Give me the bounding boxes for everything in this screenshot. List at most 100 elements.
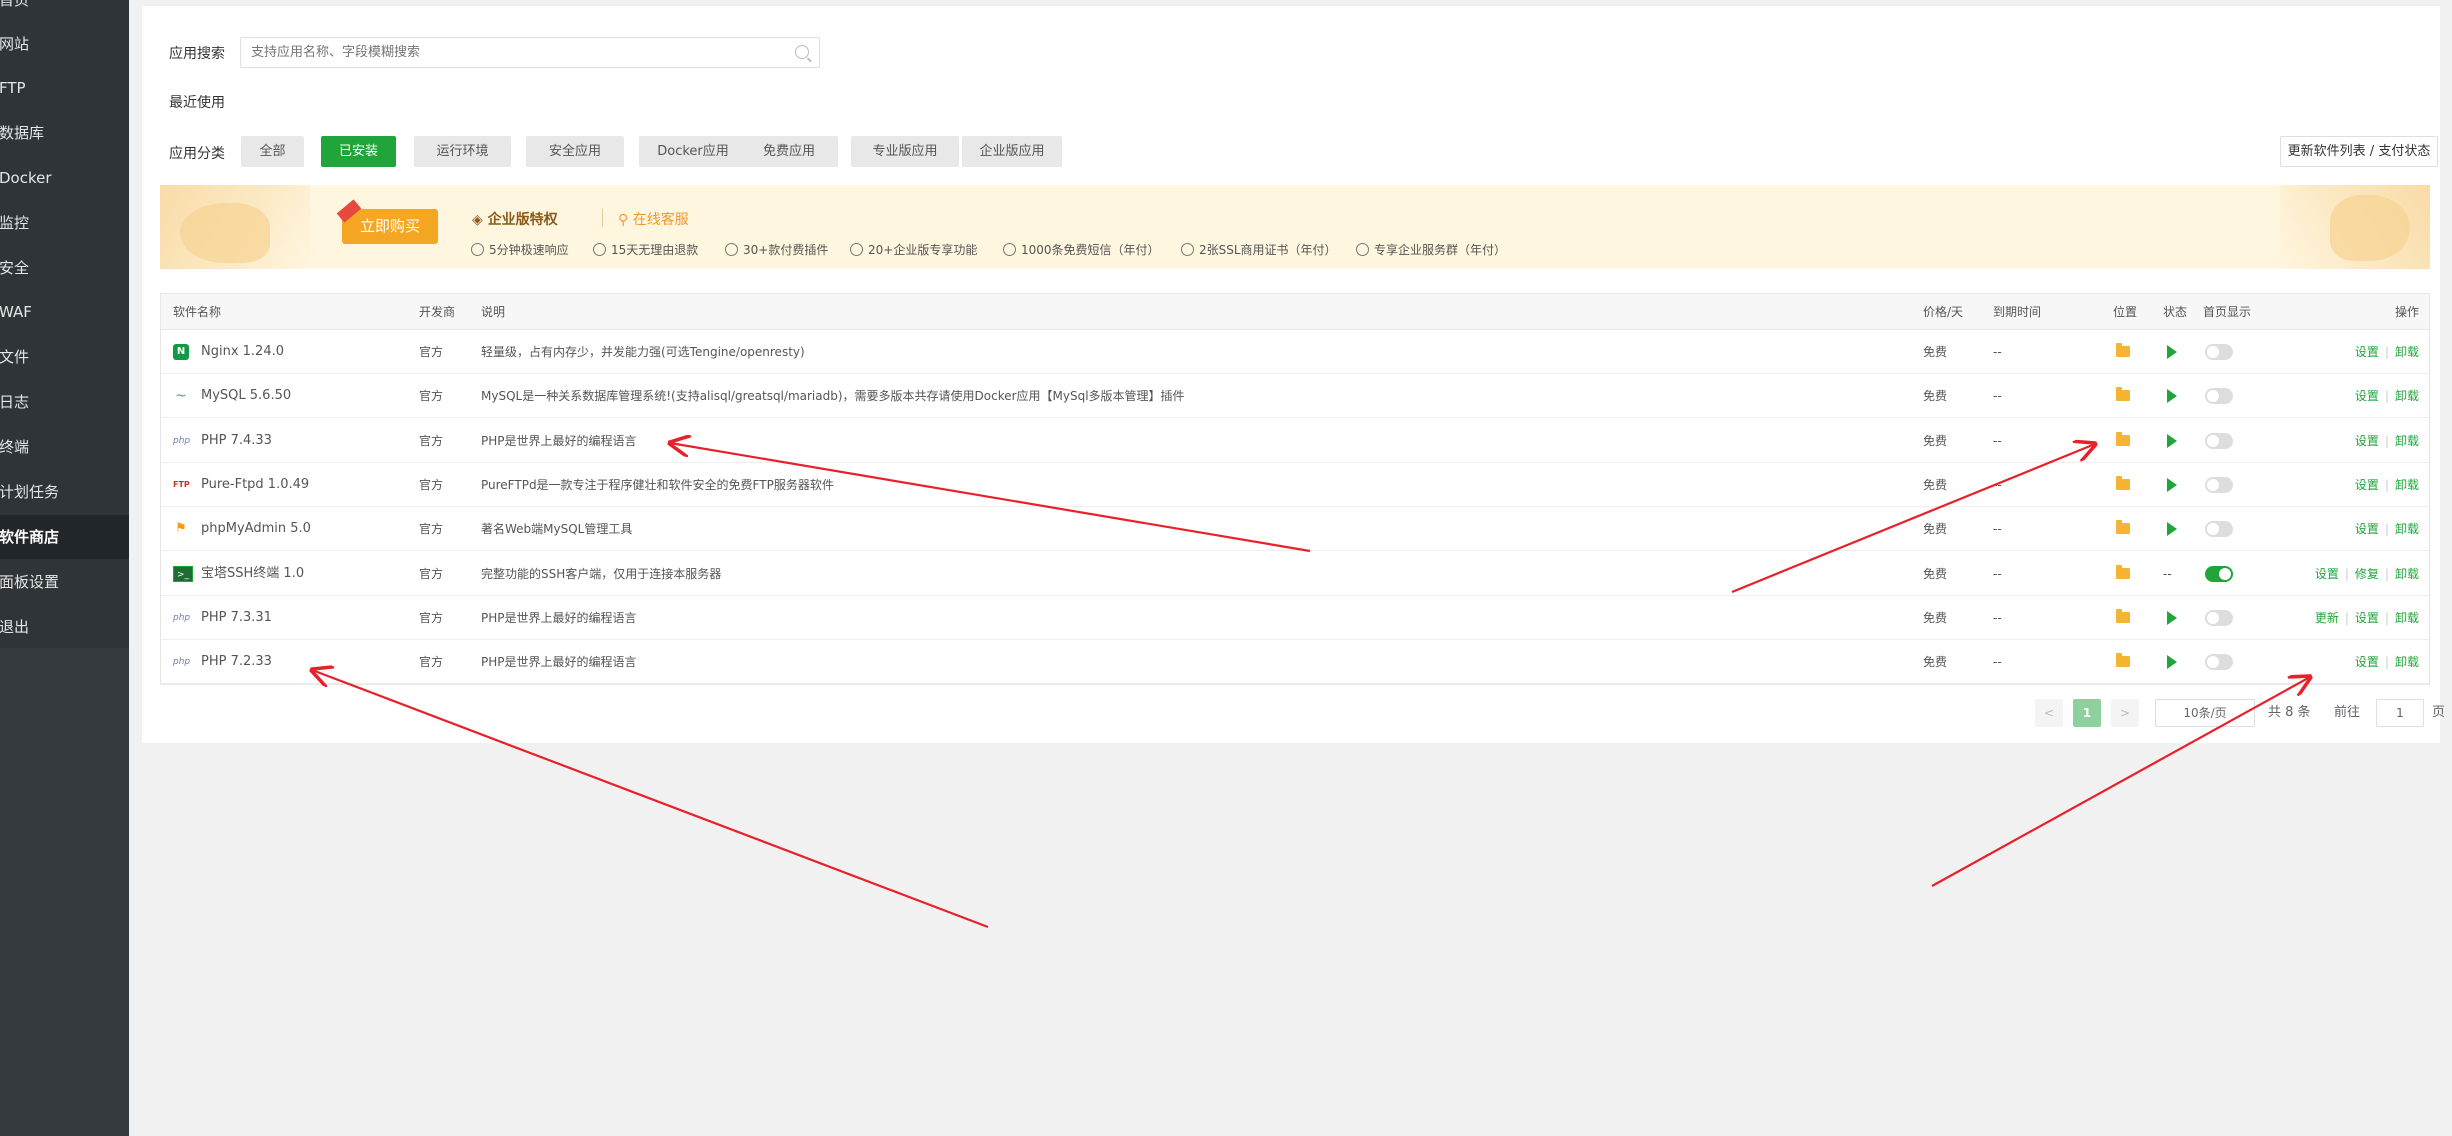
php-icon: php <box>173 435 191 446</box>
folder-icon[interactable] <box>2116 520 2130 535</box>
description: 完整功能的SSH客户端，仅用于连接本服务器 <box>481 566 722 581</box>
sidebar-item-website[interactable]: 网站 <box>0 22 129 66</box>
action-0[interactable]: 设置 <box>2355 434 2379 448</box>
play-icon[interactable] <box>2167 655 2177 670</box>
category-pro[interactable]: 专业版应用 <box>851 136 959 167</box>
folder-icon[interactable] <box>2116 475 2130 490</box>
heart-icon <box>1356 243 1369 256</box>
expire-time: -- <box>1993 389 2002 404</box>
search-box[interactable] <box>240 37 820 68</box>
clock-icon <box>471 243 484 256</box>
play-icon[interactable] <box>2167 389 2177 404</box>
row-actions: 设置 | 卸载 <box>2355 419 2419 463</box>
prev-page-button[interactable]: < <box>2035 699 2063 727</box>
category-free[interactable]: 免费应用 <box>740 136 838 167</box>
sidebar-item-monitor[interactable]: 监控 <box>0 201 129 245</box>
row-actions: 设置 | 卸载 <box>2355 640 2419 684</box>
software-name: 宝塔SSH终端 1.0 <box>201 565 305 581</box>
homepage-toggle[interactable] <box>2205 565 2233 582</box>
action-0[interactable]: 设置 <box>2355 655 2379 669</box>
sidebar-item-logout[interactable]: 退出 <box>0 605 129 649</box>
category-security[interactable]: 安全应用 <box>526 136 624 167</box>
table-header: 软件名称 开发商 说明 价格/天 到期时间 位置 状态 首页显示 操作 <box>161 294 2429 330</box>
search-icon[interactable] <box>795 45 809 59</box>
sidebar-item-home[interactable]: 首页 <box>0 0 129 22</box>
folder-icon[interactable] <box>2116 564 2130 579</box>
action-2[interactable]: 卸载 <box>2395 567 2419 581</box>
homepage-toggle[interactable] <box>2205 521 2233 538</box>
homepage-toggle[interactable] <box>2205 609 2233 626</box>
expire-time: -- <box>1993 477 2002 492</box>
action-1[interactable]: 卸载 <box>2395 434 2419 448</box>
action-1[interactable]: 卸载 <box>2395 478 2419 492</box>
homepage-toggle[interactable] <box>2205 344 2233 360</box>
category-installed[interactable]: 已安装 <box>321 136 396 167</box>
action-0[interactable]: 设置 <box>2355 389 2379 403</box>
sidebar-item-panel-settings[interactable]: 面板设置 <box>0 560 129 604</box>
goto-page-input[interactable]: 1 <box>2376 699 2424 727</box>
play-icon[interactable] <box>2167 610 2177 625</box>
play-icon[interactable] <box>2167 345 2177 359</box>
feature-item: 2张SSL商用证书（年付） <box>1181 241 1337 258</box>
action-2[interactable]: 卸载 <box>2395 611 2419 625</box>
folder-icon[interactable] <box>2116 343 2130 357</box>
play-icon[interactable] <box>2167 433 2177 448</box>
update-software-list-button[interactable]: 更新软件列表 / 支付状态 <box>2280 136 2438 167</box>
action-0[interactable]: 设置 <box>2355 478 2379 492</box>
page-1-button[interactable]: 1 <box>2073 699 2101 727</box>
price: 免费 <box>1923 655 1948 670</box>
homepage-toggle[interactable] <box>2205 476 2233 493</box>
action-1[interactable]: 设置 <box>2355 611 2379 625</box>
action-0[interactable]: 设置 <box>2355 522 2379 536</box>
action-1[interactable]: 卸载 <box>2395 389 2419 403</box>
table-row: php PHP 7.2.33 官方 PHP是世界上最好的编程语言 免费 -- 设置 | 卸载 <box>161 640 2429 685</box>
category-docker[interactable]: Docker应用 <box>639 136 747 167</box>
folder-icon[interactable] <box>2116 431 2130 446</box>
price: 免费 <box>1923 566 1948 581</box>
col-name: 软件名称 <box>173 305 222 319</box>
action-0[interactable]: 设置 <box>2355 345 2379 359</box>
action-0[interactable]: 设置 <box>2315 567 2339 581</box>
diamond-icon <box>850 243 863 256</box>
developer: 官方 <box>419 477 444 492</box>
homepage-toggle[interactable] <box>2205 432 2233 449</box>
sidebar-item-database[interactable]: 数据库 <box>0 111 129 155</box>
action-1[interactable]: 卸载 <box>2395 345 2419 359</box>
sidebar-item-files[interactable]: 文件 <box>0 335 129 379</box>
sidebar-item-terminal[interactable]: 终端 <box>0 425 129 469</box>
action-0[interactable]: 更新 <box>2315 611 2339 625</box>
sidebar-item-security[interactable]: 安全 <box>0 246 129 290</box>
col-location: 位置 <box>2113 305 2138 319</box>
action-1[interactable]: 修复 <box>2355 567 2379 581</box>
page-size-select[interactable]: 10条/页 <box>2155 699 2255 727</box>
sidebar-item-logs[interactable]: 日志 <box>0 380 129 424</box>
folder-icon[interactable] <box>2116 387 2130 402</box>
play-icon[interactable] <box>2167 477 2177 492</box>
sidebar-item-ftp[interactable]: FTP <box>0 66 129 110</box>
category-runtime[interactable]: 运行环境 <box>414 136 511 167</box>
action-separator: | <box>2384 433 2389 448</box>
category-label: 应用分类 <box>169 146 225 162</box>
sidebar-item-cron[interactable]: 计划任务 <box>0 470 129 514</box>
category-all[interactable]: 全部 <box>241 136 304 167</box>
search-input[interactable] <box>241 38 781 67</box>
sidebar-item-waf[interactable]: WAF <box>0 290 129 334</box>
folder-icon[interactable] <box>2116 608 2130 623</box>
sidebar-item-docker[interactable]: Docker <box>0 156 129 200</box>
buy-now-button[interactable]: 立即购买 <box>342 209 438 244</box>
row-actions: 更新 | 设置 | 卸载 <box>2315 596 2419 640</box>
homepage-toggle[interactable] <box>2205 388 2233 405</box>
homepage-toggle[interactable] <box>2205 654 2233 671</box>
play-icon[interactable] <box>2167 522 2177 537</box>
folder-icon[interactable] <box>2116 653 2130 668</box>
action-separator: | <box>2384 345 2389 359</box>
expire-time: -- <box>1993 655 2002 670</box>
online-service-link[interactable]: ⚲ 在线客服 <box>618 209 689 229</box>
action-1[interactable]: 卸载 <box>2395 655 2419 669</box>
description: MySQL是一种关系数据库管理系统!(支持alisql/greatsql/mar… <box>481 389 1185 404</box>
sidebar-item-app-store[interactable]: 软件商店 <box>0 515 129 559</box>
next-page-button[interactable]: > <box>2111 699 2139 727</box>
developer: 官方 <box>419 610 444 625</box>
category-enterprise[interactable]: 企业版应用 <box>962 136 1062 167</box>
action-1[interactable]: 卸载 <box>2395 522 2419 536</box>
